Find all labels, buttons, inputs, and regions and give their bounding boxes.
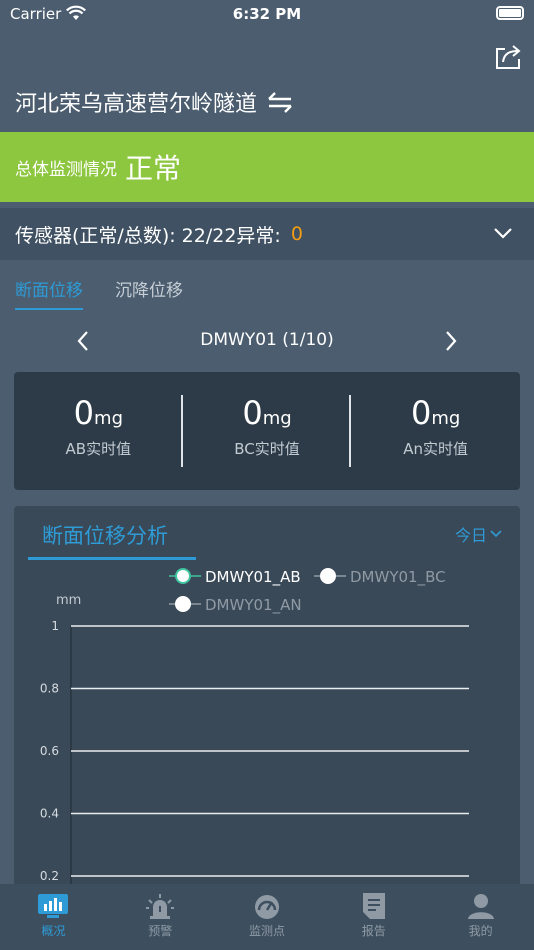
tab-settlement-displacement[interactable]: 沉降位移: [115, 276, 183, 310]
realtime-value-unit: mg: [431, 408, 461, 429]
range-select[interactable]: 今日: [455, 522, 502, 546]
tab-section-displacement[interactable]: 断面位移: [15, 276, 83, 310]
tabbar-monitor-points[interactable]: 监测点: [214, 884, 321, 950]
realtime-values-card: 0mg AB实时值 0mg BC实时值 0mg An实时值: [14, 372, 520, 490]
realtime-value-an: 0mg An实时值: [351, 372, 520, 490]
divider: [349, 395, 351, 467]
y-tick-label: 0.4: [40, 807, 59, 821]
realtime-value-unit: mg: [262, 408, 292, 429]
alarm-icon: [146, 894, 175, 919]
realtime-value-number: 0: [411, 394, 432, 432]
realtime-value-number: 0: [242, 394, 263, 432]
analysis-chart-card: DMWY01_AB DMWY01_BC DMWY01_AN mm 1 0.8 0.6 0.4 0…: [14, 506, 520, 906]
tabbar-label: 概况: [41, 924, 66, 938]
y-tick-label: 0.2: [40, 869, 59, 883]
y-tick-label: 0.8: [40, 682, 59, 696]
sensor-summary-text: 传感器(正常/总数): 22/22异常:: [15, 224, 281, 247]
tabbar-label: 报告: [361, 924, 386, 938]
battery-icon: [496, 6, 524, 20]
legend-label: DMWY01_AB: [205, 568, 301, 587]
tabbar-profile[interactable]: 我的: [427, 884, 534, 950]
realtime-value-label: An实时值: [403, 440, 469, 458]
chart-icon: [38, 894, 69, 918]
overall-status-value: 正常: [125, 152, 182, 185]
report-icon: [362, 893, 385, 919]
tabbar-overview[interactable]: 概况: [0, 884, 107, 950]
project-title-label: 河北荣乌高速营尔岭隧道: [15, 92, 258, 117]
swap-icon[interactable]: [267, 91, 293, 113]
gauge-icon: [254, 895, 279, 919]
range-select-label: 今日: [454, 526, 487, 545]
project-title[interactable]: 河北荣乌高速营尔岭隧道: [15, 86, 293, 118]
bottom-tab-bar: 概况 预警 监测点 报告 我的: [0, 884, 534, 950]
sensor-summary[interactable]: 传感器(正常/总数): 22/22异常: 0: [0, 208, 534, 260]
tabbar-label: 我的: [468, 924, 493, 938]
overall-status-banner: 总体监测情况 正常: [0, 132, 534, 202]
share-icon[interactable]: [494, 42, 522, 70]
divider: [181, 395, 183, 467]
legend-marker: [320, 568, 336, 584]
realtime-value-ab: 0mg AB实时值: [14, 372, 183, 490]
user-icon: [467, 894, 494, 919]
y-axis-label: mm: [56, 593, 81, 608]
tabbar-alarm[interactable]: 预警: [107, 884, 214, 950]
status-bar: Carrier 6:32 PM: [0, 0, 534, 30]
legend-marker: [175, 596, 191, 612]
realtime-value-number: 0: [73, 394, 95, 432]
displacement-chart: DMWY01_AB DMWY01_BC DMWY01_AN mm 1 0.8 0.6 0.4 0…: [40, 568, 469, 906]
chevron-right-icon[interactable]: [440, 328, 462, 354]
monitor-tabs: 断面位移 沉降位移: [0, 276, 534, 310]
chevron-down-icon[interactable]: [494, 224, 512, 242]
legend-label: DMWY01_AN: [205, 596, 302, 615]
tabbar-report[interactable]: 报告: [320, 884, 427, 950]
tabbar-label: 监测点: [248, 924, 285, 938]
realtime-value-bc: 0mg BC实时值: [183, 372, 352, 490]
chevron-down-icon: [490, 530, 502, 538]
clock: 6:32 PM: [232, 5, 302, 23]
realtime-value-unit: mg: [94, 408, 123, 429]
realtime-value-label: BC实时值: [234, 440, 300, 458]
legend-marker: [175, 568, 191, 584]
realtime-value-label: AB实时值: [65, 440, 132, 458]
overall-status-label: 总体监测情况: [15, 159, 117, 180]
legend-label: DMWY01_BC: [350, 568, 446, 587]
device-navigator: DMWY01 (1/10): [0, 326, 534, 356]
chart-title: 断面位移分析: [28, 518, 196, 560]
tabbar-label: 预警: [148, 924, 173, 938]
y-tick-label: 0.6: [40, 744, 59, 758]
y-tick-label: 1: [51, 619, 59, 633]
abnormal-count: 0: [290, 223, 303, 245]
